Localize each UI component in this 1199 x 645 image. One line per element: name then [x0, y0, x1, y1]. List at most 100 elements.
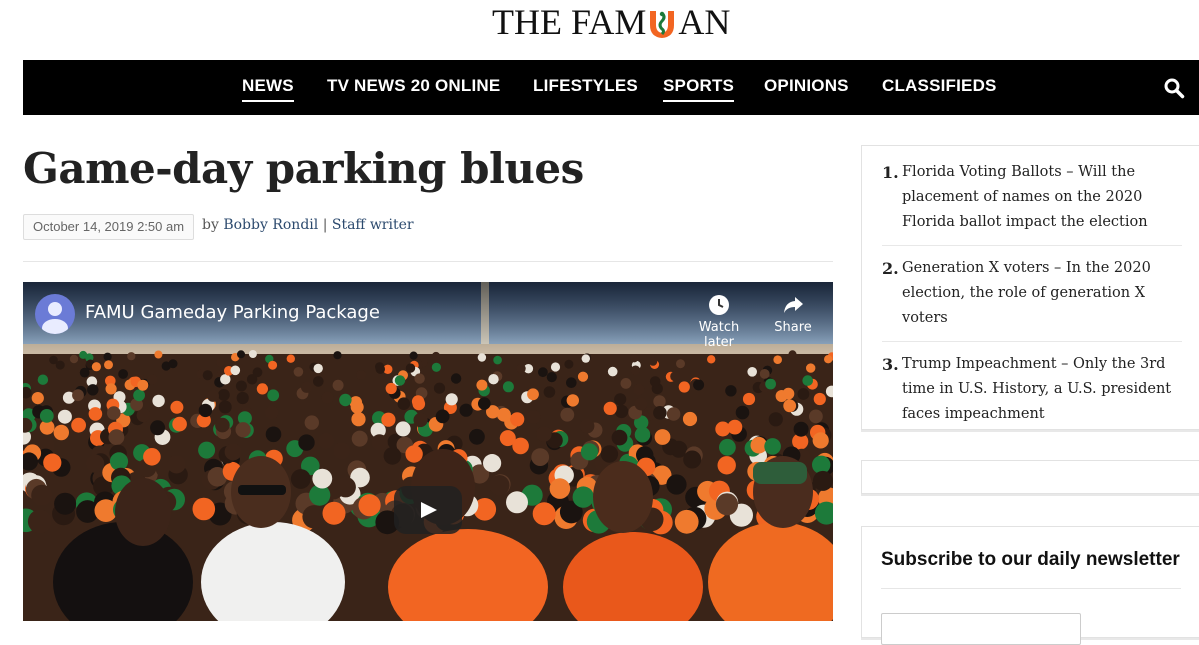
crowd-texture-dot [526, 410, 541, 424]
crowd-texture-dot [682, 411, 698, 427]
watch-later-button[interactable]: Watch later [689, 294, 749, 350]
crowd-texture-dot [459, 403, 473, 417]
crowd-texture-dot [290, 469, 311, 489]
video-title[interactable]: FAMU Gameday Parking Package [85, 302, 380, 323]
author-link[interactable]: Bobby Rondil [223, 217, 318, 233]
list-item-text: Florida Voting Ballots – Will the placem… [902, 164, 1148, 230]
article-divider [23, 261, 833, 262]
search-icon[interactable] [1163, 77, 1185, 99]
author-role-link[interactable]: Staff writer [332, 217, 414, 233]
crowd-texture-dot [302, 505, 326, 529]
share-button[interactable]: Share [763, 294, 823, 335]
crowd-texture-dot [549, 478, 571, 499]
crowd-texture-dot [566, 394, 579, 407]
crowd-texture-dot [236, 391, 249, 405]
list-item[interactable]: 2. Generation X voters – In the 2020 ele… [882, 256, 1182, 342]
crowd-texture-dot [265, 426, 282, 443]
crowd-texture-dot [812, 470, 833, 491]
nav-item-news[interactable]: NEWS [242, 76, 294, 102]
crowd-texture-dot [333, 442, 351, 460]
crowd-texture-dot [536, 426, 552, 442]
nav-item-classifieds[interactable]: CLASSIFIEDS [882, 76, 997, 100]
list-item[interactable]: 3. Trump Impeachment – Only the 3rd time… [882, 352, 1182, 437]
crowd-texture-dot [293, 367, 304, 377]
crowd-texture-dot [727, 419, 743, 435]
crowd-texture-dot [620, 378, 632, 389]
crowd-texture-dot [435, 409, 450, 424]
crowd-texture-dot [550, 362, 561, 372]
crowd-texture-dot [809, 409, 823, 424]
crowd-texture-dot [167, 455, 186, 474]
crowd-texture-dot [150, 420, 166, 436]
crowd-texture-dot [431, 351, 441, 361]
crowd-texture-dot [235, 380, 247, 392]
crowd-texture-dot [747, 367, 757, 377]
crowd-texture-dot [216, 358, 225, 368]
crowd-texture-dot [765, 378, 776, 390]
crowd-texture-dot [414, 373, 425, 384]
crowd-texture-dot [137, 379, 149, 391]
crowd-texture-dot [351, 412, 366, 427]
crowd-texture-dot [725, 385, 737, 397]
crowd-texture-dot [489, 475, 510, 496]
crowd-texture-dot [321, 391, 334, 404]
play-button[interactable] [394, 486, 462, 534]
crowd-texture-dot [450, 373, 462, 384]
crowd-texture-dot [27, 509, 52, 534]
crowd-texture-dot [580, 443, 599, 461]
crowd-texture-dot [497, 407, 511, 422]
crowd-texture-dot [577, 371, 589, 382]
crowd-texture-dot [678, 381, 690, 393]
crowd-texture-dot [531, 448, 550, 466]
crowd-texture-dot [88, 407, 103, 421]
site-logo[interactable]: THE FAM AN [492, 2, 730, 42]
crowd-texture-dot [405, 363, 416, 373]
list-number: 1. [882, 163, 899, 182]
crowd-texture-dot [674, 509, 699, 534]
trending-list: 1. Florida Voting Ballots – Will the pla… [882, 160, 1182, 447]
crowd-texture-dot [202, 370, 213, 381]
newsletter-email-input[interactable] [881, 613, 1081, 645]
crowd-texture-dot [79, 350, 88, 359]
crowd-texture-dot [198, 403, 213, 418]
crowd-texture-dot [538, 367, 548, 378]
crowd-texture-dot [405, 445, 423, 463]
nav-item-sports[interactable]: SPORTS [663, 76, 735, 102]
crowd-texture-dot [220, 374, 231, 385]
crowd-texture-dot [385, 382, 397, 395]
crowd-texture-dot [218, 389, 230, 401]
crowd-texture-dot [499, 430, 516, 447]
crowd-texture-dot [543, 386, 556, 398]
crowd-texture-dot [433, 382, 446, 394]
crowd-texture-dot [693, 379, 705, 391]
crowd-texture-dot [235, 422, 251, 438]
crowd-texture-dot [614, 393, 627, 406]
channel-avatar[interactable] [35, 294, 75, 334]
crowd-texture-dot [230, 365, 241, 376]
crowd-texture-dot [39, 409, 54, 423]
trending-widget: 1. Florida Voting Ballots – Will the pla… [861, 145, 1199, 430]
crowd-texture-dot [168, 359, 178, 369]
crowd-texture-dot [313, 363, 323, 374]
crowd-texture-dot [318, 432, 335, 449]
nav-item-lifestyles[interactable]: LIFESTYLES [533, 76, 638, 100]
list-item[interactable]: 1. Florida Voting Ballots – Will the pla… [882, 160, 1182, 246]
nav-item-tv-news-20-online[interactable]: TV NEWS 20 ONLINE [327, 76, 500, 100]
crowd-texture-dot [634, 397, 648, 411]
crowd-texture-dot [31, 392, 44, 405]
crowd-texture-dot [192, 497, 216, 521]
crowd-texture-dot [108, 429, 125, 446]
crowd-texture-dot [764, 438, 781, 455]
crowd-texture-dot [79, 367, 90, 378]
crowd-texture-dot [654, 429, 671, 445]
main-nav: NEWS TV NEWS 20 ONLINE LIFESTYLES SPORTS… [23, 60, 1199, 115]
nav-item-opinions[interactable]: OPINIONS [764, 76, 849, 100]
crowd-texture-dot [413, 412, 428, 428]
crowd-texture-dot [256, 383, 268, 395]
crowd-texture-dot [477, 353, 487, 362]
crowd-texture-dot [493, 355, 502, 365]
crowd-texture-dot [630, 365, 641, 376]
video-embed[interactable]: FAMU Gameday Parking Package Watch later… [23, 282, 833, 621]
crowd-texture-dot [313, 376, 324, 387]
crowd-texture-dot [356, 370, 367, 380]
